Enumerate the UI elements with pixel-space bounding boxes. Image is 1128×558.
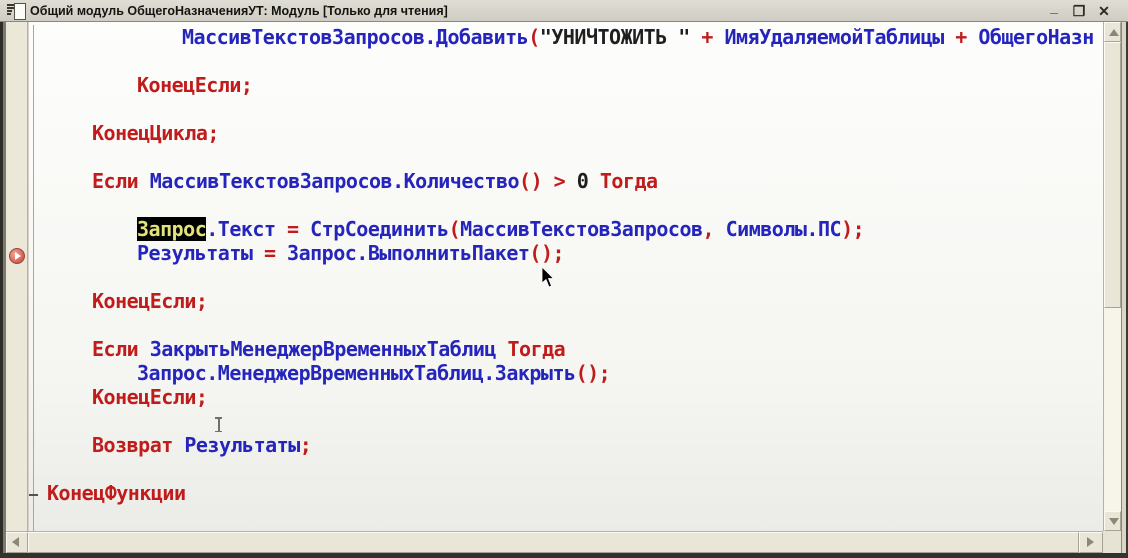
code-token: ЗакрытьМенеджерВременныхТаблиц — [150, 337, 496, 361]
code-line: КонецФункции — [29, 481, 1103, 505]
scroll-up-button[interactable] — [1104, 22, 1121, 42]
code-token: КонецЕсли; — [92, 385, 207, 409]
code-token: СтрСоединить — [310, 217, 449, 241]
code-token: МассивТекстовЗапросов.Количество — [150, 169, 519, 193]
code-token: ОбщегоНазн — [978, 25, 1093, 49]
module-editor-window: Общий модуль ОбщегоНазначенияУТ: Модуль … — [0, 0, 1128, 558]
code-line — [29, 457, 1103, 481]
window-bottom-edge — [0, 553, 1128, 558]
code-token: Результаты — [137, 241, 252, 265]
scroll-left-button[interactable] — [6, 532, 28, 553]
code-token: ( — [528, 25, 540, 49]
scrollbar-corner — [1103, 531, 1121, 553]
code-line: Если ЗакрытьМенеджерВременныхТаблиц Тогд… — [29, 337, 1103, 361]
code-line: КонецЕсли; — [29, 73, 1103, 97]
code-line: Запрос.МенеджерВременныхТаблиц.Закрыть()… — [29, 361, 1103, 385]
code-token: МассивТекстовЗапросов — [460, 217, 702, 241]
code-token: ИмяУдаляемойТаблицы — [724, 25, 943, 49]
code-line — [29, 49, 1103, 73]
vertical-scroll-thumb[interactable] — [1104, 42, 1121, 308]
window-right-edge — [1121, 22, 1128, 553]
code-token: КонецЕсли; — [137, 73, 252, 97]
code-line: Возврат Результаты; — [29, 433, 1103, 457]
code-line — [29, 97, 1103, 121]
title-bar[interactable]: Общий модуль ОбщегоНазначенияУТ: Модуль … — [0, 0, 1128, 22]
code-token: Тогда — [588, 169, 657, 193]
code-token: КонецЕсли; — [92, 289, 207, 313]
arrow-right-icon — [15, 252, 21, 260]
code-line: МассивТекстовЗапросов.Добавить("УНИЧТОЖИ… — [29, 25, 1103, 49]
current-line-marker-icon — [9, 248, 25, 264]
module-document-icon — [7, 3, 25, 19]
code-token: (); — [529, 241, 564, 265]
code-token: + — [690, 25, 725, 49]
maximize-button[interactable]: ❐ — [1071, 2, 1087, 20]
code-token: Тогда — [496, 337, 565, 361]
code-line — [29, 145, 1103, 169]
code-token: Запрос.МенеджерВременныхТаблиц.Закрыть — [137, 361, 576, 385]
code-token: Если — [92, 337, 150, 361]
triangle-up-icon — [1109, 29, 1119, 36]
code-line — [29, 265, 1103, 289]
vertical-scrollbar[interactable] — [1103, 22, 1121, 531]
close-button[interactable]: ✕ — [1096, 2, 1112, 20]
window-title: Общий модуль ОбщегоНазначенияУТ: Модуль … — [30, 0, 448, 22]
code-line: Результаты = Запрос.ВыполнитьПакет(); — [29, 241, 1103, 265]
code-line — [29, 409, 1103, 433]
code-line — [29, 193, 1103, 217]
code-token: Результаты — [184, 433, 299, 457]
horizontal-scroll-thumb[interactable] — [28, 532, 1079, 553]
mouse-cursor-icon — [541, 267, 557, 294]
code-token: , — [703, 217, 726, 241]
code-token: КонецЦикла; — [92, 121, 219, 145]
code-line — [29, 313, 1103, 337]
code-token: ); — [841, 217, 864, 241]
code-token: "УНИЧТОЖИТЬ " — [540, 25, 690, 49]
triangle-left-icon — [12, 537, 19, 547]
code-token: = — [252, 241, 287, 265]
scroll-right-button[interactable] — [1079, 532, 1103, 553]
code-token: .Текст — [206, 217, 275, 241]
code-token: ; — [300, 433, 312, 457]
code-token: 0 — [577, 169, 589, 193]
code-token: Символы.ПС — [726, 217, 841, 241]
minimize-button[interactable]: _ — [1046, 2, 1062, 20]
code-line: КонецЦикла; — [29, 121, 1103, 145]
code-token: ( — [449, 217, 461, 241]
code-line: КонецЕсли; — [29, 289, 1103, 313]
code-line: Если МассивТекстовЗапросов.Количество() … — [29, 169, 1103, 193]
code-token: () > — [519, 169, 577, 193]
code-token: + — [944, 25, 979, 49]
editor-margin — [6, 22, 28, 531]
code-token: Если — [92, 169, 150, 193]
code-lines: МассивТекстовЗапросов.Добавить("УНИЧТОЖИ… — [29, 25, 1103, 505]
code-editor[interactable]: МассивТекстовЗапросов.Добавить("УНИЧТОЖИ… — [29, 22, 1103, 531]
code-token: Запрос.ВыполнитьПакет — [287, 241, 529, 265]
code-token: КонецФункции — [47, 481, 186, 505]
code-token: МассивТекстовЗапросов.Добавить — [182, 25, 528, 49]
triangle-down-icon — [1109, 518, 1119, 525]
selected-word: Запрос — [137, 217, 206, 241]
i-beam-cursor-icon — [214, 417, 223, 432]
code-token: (); — [576, 361, 611, 385]
code-line: Запрос.Текст = СтрСоединить(МассивТексто… — [29, 217, 1103, 241]
scroll-down-button[interactable] — [1104, 511, 1121, 531]
code-line: КонецЕсли; — [29, 385, 1103, 409]
horizontal-scrollbar[interactable] — [6, 531, 1103, 553]
window-controls: _ ❐ ✕ — [1046, 0, 1112, 22]
code-token: = — [276, 217, 311, 241]
triangle-right-icon — [1087, 537, 1094, 547]
code-token: Возврат — [92, 433, 184, 457]
